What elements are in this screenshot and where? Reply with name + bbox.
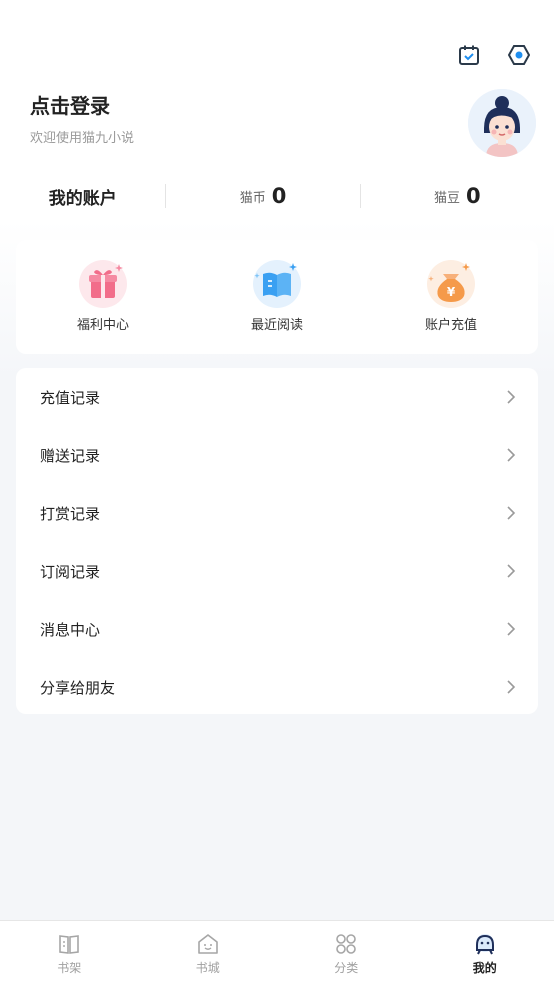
- bottom-tab-bar: 书架 书城 分类 我的: [0, 920, 554, 986]
- gift-icon: [75, 256, 131, 312]
- tab-label: 书架: [57, 961, 82, 975]
- tab-label: 分类: [334, 961, 359, 975]
- tab-category[interactable]: 分类: [277, 921, 416, 986]
- menu-item-label: 分享给朋友: [40, 678, 116, 697]
- bookshelf-icon: [59, 935, 80, 954]
- chevron-right-icon: [507, 506, 516, 520]
- menu-item-tip-records[interactable]: 打赏记录: [16, 484, 538, 542]
- calendar-checkin-icon[interactable]: [456, 42, 482, 68]
- category-icon: [336, 934, 357, 954]
- coin-balance[interactable]: 猫币 0: [166, 178, 359, 214]
- menu-item-gift-records[interactable]: 赠送记录: [16, 426, 538, 484]
- book-icon: [249, 256, 305, 312]
- chevron-right-icon: [507, 448, 516, 462]
- coin-value: 0: [271, 184, 287, 208]
- menu-item-label: 打赏记录: [40, 504, 101, 523]
- chevron-right-icon: [507, 622, 516, 636]
- tab-bookshelf[interactable]: 书架: [0, 921, 139, 986]
- quick-action-label: 最近阅读: [250, 318, 303, 333]
- menu-list: 充值记录 赠送记录 打赏记录 订阅记录 消息中心 分享给朋友: [16, 368, 538, 714]
- quick-action-welfare[interactable]: 福利中心: [16, 240, 190, 354]
- account-summary: 我的账户 猫币 0 猫豆 0: [0, 178, 554, 214]
- menu-item-message-center[interactable]: 消息中心: [16, 600, 538, 658]
- menu-item-label: 消息中心: [40, 620, 101, 639]
- profile-icon: [475, 934, 494, 955]
- quick-action-label: 账户充值: [424, 318, 477, 333]
- bookstore-icon: [197, 934, 218, 954]
- menu-item-subscription-records[interactable]: 订阅记录: [16, 542, 538, 600]
- quick-action-recharge[interactable]: ¥ 账户充值: [364, 240, 538, 354]
- settings-icon[interactable]: [506, 42, 532, 68]
- welcome-text: 欢迎使用猫九小说: [30, 131, 135, 146]
- menu-item-share[interactable]: 分享给朋友: [16, 658, 538, 716]
- avatar[interactable]: [468, 89, 536, 157]
- top-actions: [456, 42, 532, 68]
- quick-action-label: 福利中心: [76, 318, 129, 333]
- login-area[interactable]: 点击登录 欢迎使用猫九小说: [30, 90, 134, 146]
- bean-balance[interactable]: 猫豆 0: [361, 178, 554, 214]
- menu-item-label: 赠送记录: [40, 446, 101, 465]
- svg-text:¥: ¥: [447, 285, 456, 299]
- menu-item-label: 充值记录: [40, 388, 101, 407]
- bean-label: 猫豆: [434, 190, 461, 206]
- bean-value: 0: [466, 184, 481, 208]
- money-bag-icon: ¥: [423, 256, 479, 312]
- account-title[interactable]: 我的账户: [0, 178, 165, 214]
- chevron-right-icon: [507, 680, 516, 694]
- tab-label: 书城: [195, 961, 220, 975]
- chevron-right-icon: [507, 390, 516, 404]
- menu-item-label: 订阅记录: [40, 562, 101, 581]
- menu-item-recharge-records[interactable]: 充值记录: [16, 368, 538, 426]
- tab-label: 我的: [472, 961, 497, 975]
- chevron-right-icon: [507, 564, 516, 578]
- login-prompt[interactable]: 点击登录: [30, 90, 134, 119]
- quick-actions-card: 福利中心 最近阅读 ¥ 账户充值: [16, 240, 538, 354]
- coin-label: 猫币: [239, 190, 266, 206]
- quick-action-recent-reading[interactable]: 最近阅读: [190, 240, 364, 354]
- tab-bookstore[interactable]: 书城: [139, 921, 278, 986]
- tab-mine[interactable]: 我的: [416, 921, 554, 986]
